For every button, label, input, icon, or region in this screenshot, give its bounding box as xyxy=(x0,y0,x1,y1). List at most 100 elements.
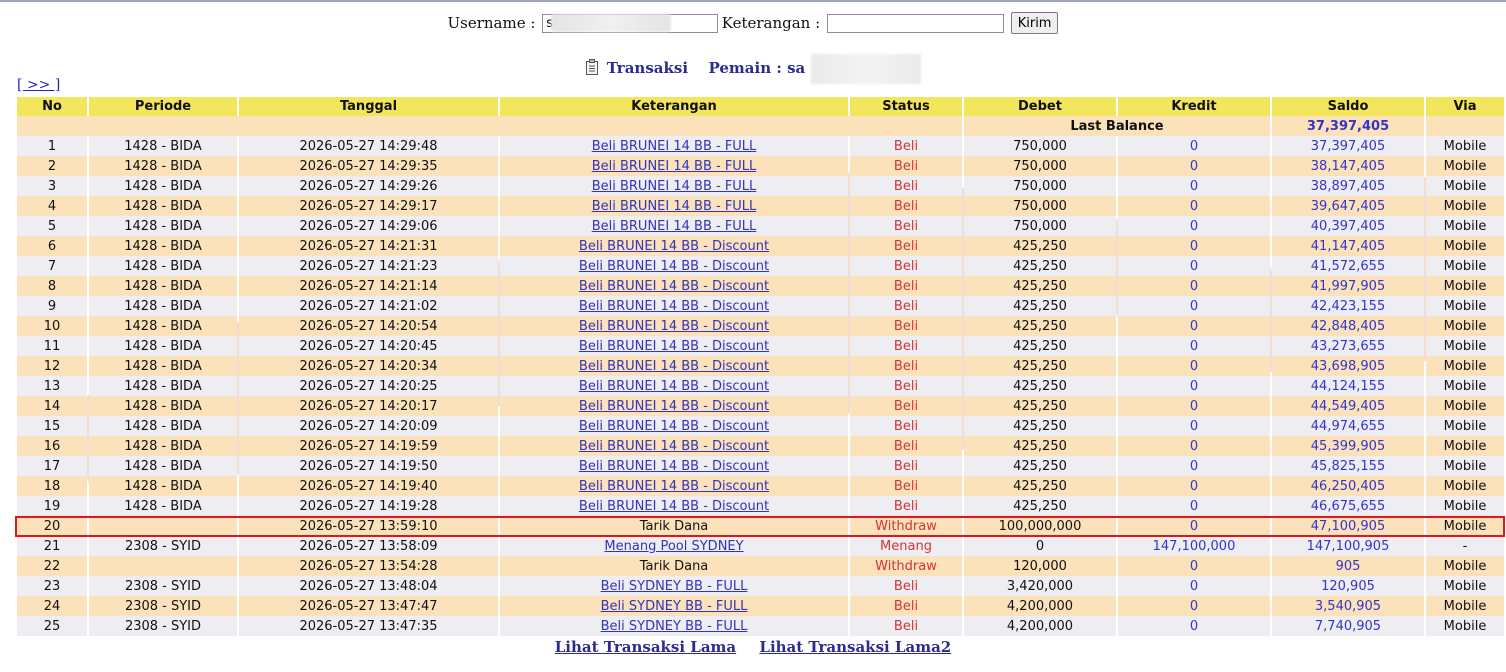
transaction-detail-link[interactable]: Beli BRUNEI 14 BB - Discount xyxy=(579,459,769,474)
next-page-link[interactable]: [ >> ] xyxy=(17,77,60,93)
kredit-cell: 0 xyxy=(1118,276,1270,296)
tanggal-cell: 2026-05-27 14:29:35 xyxy=(239,156,498,176)
transaction-detail-link[interactable]: Beli BRUNEI 14 BB - Discount xyxy=(579,479,769,494)
transaction-table: No Periode Tanggal Keterangan Status Debet Kre… xyxy=(15,97,1506,636)
table-row: 15 1428 - BIDA 2026-05-27 14:20:09 Beli BRU… xyxy=(17,416,1504,436)
row-number-cell: 14 xyxy=(17,396,87,416)
via-cell: Mobile xyxy=(1426,276,1504,296)
row-number-cell: 24 xyxy=(17,596,87,616)
status-cell: Beli xyxy=(850,376,962,396)
periode-cell: 1428 - BIDA xyxy=(89,296,237,316)
saldo-cell: 905 xyxy=(1272,556,1424,576)
via-cell: Mobile xyxy=(1426,176,1504,196)
column-header: Debet xyxy=(964,97,1116,116)
transaction-detail-link[interactable]: Beli BRUNEI 14 BB - Discount xyxy=(579,399,769,414)
tanggal-cell: 2026-05-27 14:29:26 xyxy=(239,176,498,196)
status-cell: Beli xyxy=(850,476,962,496)
table-row: 5 1428 - BIDA 2026-05-27 14:29:06 Beli BRUN… xyxy=(17,216,1504,236)
row-number-cell: 5 xyxy=(17,216,87,236)
transaction-detail-link[interactable]: Beli BRUNEI 14 BB - Discount xyxy=(579,239,769,254)
row-number-cell: 4 xyxy=(17,196,87,216)
keterangan-cell: Beli BRUNEI 14 BB - Discount xyxy=(500,396,848,416)
transaction-detail-link[interactable]: Beli BRUNEI 14 BB - Discount xyxy=(579,439,769,454)
table-row: 23 2308 - SYID 2026-05-27 13:48:04 Beli SYD… xyxy=(17,576,1504,596)
transaction-detail-link[interactable]: Beli BRUNEI 14 BB - Discount xyxy=(579,299,769,314)
via-cell: Mobile xyxy=(1426,416,1504,436)
status-cell: Beli xyxy=(850,196,962,216)
transaction-detail-link[interactable]: Beli BRUNEI 14 BB - Discount xyxy=(579,259,769,274)
keterangan-cell: Beli BRUNEI 14 BB - Discount xyxy=(500,476,848,496)
transaction-detail-link[interactable]: Beli BRUNEI 14 BB - FULL xyxy=(592,219,757,234)
kredit-cell: 0 xyxy=(1118,136,1270,156)
table-row: 24 2308 - SYID 2026-05-27 13:47:47 Beli SYD… xyxy=(17,596,1504,616)
tanggal-cell: 2026-05-27 13:47:35 xyxy=(239,616,498,636)
table-row: 21 2308 - SYID 2026-05-27 13:58:09 Menang P… xyxy=(17,536,1504,556)
transaction-detail-link[interactable]: Beli BRUNEI 14 BB - FULL xyxy=(592,159,757,174)
keterangan-cell: Beli BRUNEI 14 BB - FULL xyxy=(500,216,848,236)
debet-cell: 425,250 xyxy=(964,336,1116,356)
table-row: 13 1428 - BIDA 2026-05-27 14:20:25 Beli BRU… xyxy=(17,376,1504,396)
transaksi-title: Transaksi xyxy=(606,59,689,77)
debet-cell: 425,250 xyxy=(964,296,1116,316)
via-cell: Mobile xyxy=(1426,136,1504,156)
kredit-cell: 0 xyxy=(1118,436,1270,456)
keterangan-cell: Beli BRUNEI 14 BB - Discount xyxy=(500,276,848,296)
debet-cell: 750,000 xyxy=(964,176,1116,196)
transaction-detail-link[interactable]: Beli BRUNEI 14 BB - Discount xyxy=(579,339,769,354)
transaction-detail-link[interactable]: Beli BRUNEI 14 BB - Discount xyxy=(579,319,769,334)
transaction-detail-link[interactable]: Menang Pool SYDNEY xyxy=(604,539,743,554)
saldo-cell: 41,572,655 xyxy=(1272,256,1424,276)
via-cell: Mobile xyxy=(1426,156,1504,176)
periode-cell: 2308 - SYID xyxy=(89,536,237,556)
last-balance-value: 37,397,405 xyxy=(1272,116,1424,136)
row-number-cell: 6 xyxy=(17,236,87,256)
transaction-detail-link[interactable]: Beli BRUNEI 14 BB - FULL xyxy=(592,179,757,194)
status-cell: Beli xyxy=(850,396,962,416)
table-row: 4 1428 - BIDA 2026-05-27 14:29:17 Beli BRUN… xyxy=(17,196,1504,216)
keterangan-input[interactable] xyxy=(826,13,1004,33)
transaction-detail-link[interactable]: Beli SYDNEY BB - FULL xyxy=(601,599,748,614)
row-number-cell: 11 xyxy=(17,336,87,356)
via-cell: Mobile xyxy=(1426,196,1504,216)
kredit-cell: 0 xyxy=(1118,336,1270,356)
transaction-detail-link[interactable]: Beli BRUNEI 14 BB - Discount xyxy=(579,419,769,434)
tanggal-cell: 2026-05-27 14:19:59 xyxy=(239,436,498,456)
transaction-detail-link[interactable]: Beli BRUNEI 14 BB - Discount xyxy=(579,499,769,514)
periode-cell: 1428 - BIDA xyxy=(89,216,237,236)
kirim-button[interactable]: Kirim xyxy=(1010,12,1059,34)
row-number-cell: 20 xyxy=(17,516,87,536)
status-cell: Beli xyxy=(850,616,962,636)
status-cell: Menang xyxy=(850,536,962,556)
transaction-detail-link[interactable]: Beli SYDNEY BB - FULL xyxy=(601,579,748,594)
keterangan-cell: Beli BRUNEI 14 BB - Discount xyxy=(500,296,848,316)
kredit-cell: 0 xyxy=(1118,316,1270,336)
periode-cell: 1428 - BIDA xyxy=(89,176,237,196)
debet-cell: 425,250 xyxy=(964,396,1116,416)
status-cell: Beli xyxy=(850,136,962,156)
saldo-cell: 41,997,905 xyxy=(1272,276,1424,296)
transaction-detail-link[interactable]: Beli BRUNEI 14 BB - Discount xyxy=(579,379,769,394)
transaction-detail-link[interactable]: Beli BRUNEI 14 BB - FULL xyxy=(592,139,757,154)
lihat-transaksi-lama2-link[interactable]: Lihat Transaksi Lama2 xyxy=(759,638,951,656)
username-label: Username : xyxy=(447,14,536,32)
kredit-cell: 0 xyxy=(1118,176,1270,196)
table-row: 9 1428 - BIDA 2026-05-27 14:21:02 Beli BRUN… xyxy=(17,296,1504,316)
debet-cell: 425,250 xyxy=(964,376,1116,396)
status-cell: Beli xyxy=(850,336,962,356)
footer-links: Lihat Transaksi Lama Lihat Transaksi Lam… xyxy=(0,638,1506,656)
transaction-detail-link[interactable]: Beli BRUNEI 14 BB - Discount xyxy=(579,279,769,294)
row-number-cell: 23 xyxy=(17,576,87,596)
lihat-transaksi-lama-link[interactable]: Lihat Transaksi Lama xyxy=(555,638,736,656)
row-number-cell: 9 xyxy=(17,296,87,316)
transaction-detail-link[interactable]: Beli BRUNEI 14 BB - Discount xyxy=(579,359,769,374)
table-row: 25 2308 - SYID 2026-05-27 13:47:35 Beli SYD… xyxy=(17,616,1504,636)
tanggal-cell: 2026-05-27 14:21:31 xyxy=(239,236,498,256)
transaction-detail-link[interactable]: Beli SYDNEY BB - FULL xyxy=(601,619,748,634)
debet-cell: 425,250 xyxy=(964,316,1116,336)
keterangan-cell: Beli BRUNEI 14 BB - Discount xyxy=(500,356,848,376)
status-cell: Beli xyxy=(850,296,962,316)
via-cell: Mobile xyxy=(1426,516,1504,536)
table-header-row: No Periode Tanggal Keterangan Status Debet Kre… xyxy=(17,97,1504,116)
tanggal-cell: 2026-05-27 13:58:09 xyxy=(239,536,498,556)
transaction-detail-link[interactable]: Beli BRUNEI 14 BB - FULL xyxy=(592,199,757,214)
